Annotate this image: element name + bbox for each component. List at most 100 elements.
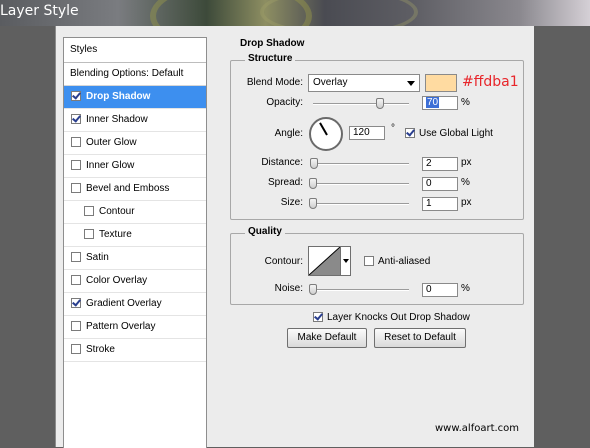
style-item-contour[interactable]: Contour [64, 201, 206, 224]
style-checkbox[interactable] [71, 91, 81, 101]
style-item-label: Contour [99, 206, 135, 217]
style-item-label: Texture [99, 229, 132, 240]
opacity-unit: % [461, 97, 470, 108]
style-item-inner-shadow[interactable]: Inner Shadow [64, 109, 206, 132]
contour-dropdown-button[interactable] [341, 246, 351, 276]
opacity-slider-thumb[interactable] [376, 98, 385, 109]
anti-aliased-row[interactable]: Anti-aliased [364, 255, 430, 269]
style-item-bevel-and-emboss[interactable]: Bevel and Emboss [64, 178, 206, 201]
title-bar: Layer Style [0, 0, 590, 52]
angle-unit: ° [391, 123, 395, 134]
angle-label: Angle: [274, 128, 303, 139]
style-item-outer-glow[interactable]: Outer Glow [64, 132, 206, 155]
spread-slider-track[interactable] [313, 183, 409, 185]
size-input[interactable]: 1 [422, 197, 458, 211]
angle-input[interactable]: 120 [349, 126, 385, 140]
structure-title: Structure [245, 53, 296, 64]
blend-mode-value: Overlay [313, 77, 348, 88]
color-hex-annotation: #ffdba1 [462, 74, 519, 90]
style-item-label: Bevel and Emboss [86, 183, 170, 194]
distance-label: Distance: [261, 157, 303, 168]
angle-value: 120 [353, 127, 370, 138]
layer-knocks-out-checkbox[interactable] [313, 312, 323, 322]
distance-unit: px [461, 157, 472, 168]
spread-input[interactable]: 0 [422, 177, 458, 191]
style-item-label: Color Overlay [86, 275, 148, 286]
watermark-text: www.alfoart.com [435, 423, 520, 434]
spread-value: 0 [426, 178, 432, 189]
distance-slider-track[interactable] [313, 163, 409, 165]
style-checkbox[interactable] [71, 137, 81, 147]
opacity-label: Opacity: [266, 97, 303, 108]
use-global-light-checkbox[interactable] [405, 128, 415, 138]
contour-curve-icon [309, 247, 340, 275]
style-item-label: Gradient Overlay [86, 298, 162, 309]
style-item-texture[interactable]: Texture [64, 224, 206, 247]
use-global-light-label: Use Global Light [419, 128, 493, 139]
size-unit: px [461, 197, 472, 208]
style-checkbox[interactable] [71, 298, 81, 308]
distance-value: 2 [426, 158, 432, 169]
drop-shadow-heading: Drop Shadow [240, 38, 305, 49]
style-checkbox[interactable] [71, 183, 81, 193]
noise-slider-thumb[interactable] [309, 284, 317, 295]
noise-unit: % [461, 283, 470, 294]
quality-group [230, 233, 524, 305]
anti-aliased-checkbox[interactable] [364, 256, 374, 266]
style-item-label: Inner Shadow [86, 114, 148, 125]
style-item-label: Drop Shadow [86, 91, 151, 102]
size-value: 1 [426, 198, 432, 209]
style-item-satin[interactable]: Satin [64, 247, 206, 270]
style-item-stroke[interactable]: Stroke [64, 339, 206, 362]
style-checkbox[interactable] [84, 206, 94, 216]
blending-options-item[interactable]: Blending Options: Default [64, 63, 206, 86]
anti-aliased-label: Anti-aliased [378, 256, 431, 267]
style-item-label: Pattern Overlay [86, 321, 156, 332]
use-global-light-row[interactable]: Use Global Light [405, 127, 493, 141]
layer-knocks-out-row[interactable]: Layer Knocks Out Drop Shadow [313, 311, 470, 325]
distance-input[interactable]: 2 [422, 157, 458, 171]
style-item-label: Satin [86, 252, 109, 263]
quality-title: Quality [245, 226, 285, 237]
window-title: Layer Style [0, 3, 79, 19]
shadow-color-swatch[interactable] [425, 74, 457, 92]
layer-knocks-out-label: Layer Knocks Out Drop Shadow [327, 312, 470, 323]
size-slider-track[interactable] [313, 203, 409, 205]
angle-needle [319, 122, 328, 136]
blend-mode-label: Blend Mode: [246, 77, 303, 88]
style-checkbox[interactable] [71, 344, 81, 354]
chevron-down-icon [407, 81, 415, 86]
angle-dial[interactable] [309, 117, 343, 151]
size-slider-thumb[interactable] [309, 198, 317, 209]
size-label: Size: [280, 197, 303, 208]
spread-slider-thumb[interactable] [309, 178, 317, 189]
noise-input[interactable]: 0 [422, 283, 458, 297]
contour-preview[interactable] [308, 246, 341, 276]
style-checkbox[interactable] [71, 275, 81, 285]
style-item-label: Stroke [86, 344, 115, 355]
opacity-slider-track[interactable] [313, 103, 409, 105]
style-checkbox[interactable] [71, 160, 81, 170]
noise-label: Noise: [274, 283, 303, 294]
background-strip [534, 26, 590, 447]
spread-label: Spread: [267, 177, 303, 188]
style-item-color-overlay[interactable]: Color Overlay [64, 270, 206, 293]
styles-list: Styles Blending Options: Default Drop Sh… [63, 37, 207, 448]
make-default-button[interactable]: Make Default [287, 328, 367, 348]
style-checkbox[interactable] [71, 321, 81, 331]
style-item-inner-glow[interactable]: Inner Glow [64, 155, 206, 178]
opacity-input[interactable]: 70 [422, 96, 458, 110]
reset-to-default-button[interactable]: Reset to Default [374, 328, 466, 348]
spread-unit: % [461, 177, 470, 188]
style-item-drop-shadow[interactable]: Drop Shadow [64, 86, 206, 109]
style-checkbox[interactable] [71, 252, 81, 262]
style-checkbox[interactable] [84, 229, 94, 239]
styles-header[interactable]: Styles [64, 38, 206, 63]
contour-label: Contour: [264, 256, 303, 267]
distance-slider-thumb[interactable] [310, 158, 318, 169]
blend-mode-select[interactable]: Overlay [308, 74, 420, 92]
noise-slider-track[interactable] [313, 289, 409, 291]
style-item-gradient-overlay[interactable]: Gradient Overlay [64, 293, 206, 316]
style-item-pattern-overlay[interactable]: Pattern Overlay [64, 316, 206, 339]
style-checkbox[interactable] [71, 114, 81, 124]
